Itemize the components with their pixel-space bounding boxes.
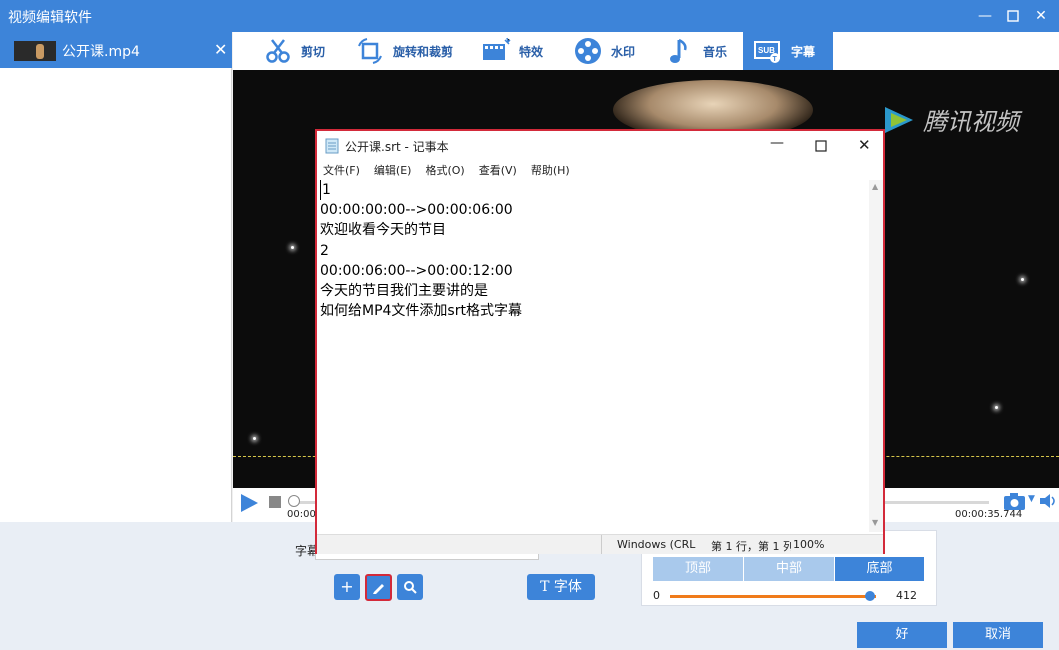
watermark-text: 腾讯视频 (923, 108, 1019, 136)
tool-label: 音乐 (703, 44, 728, 59)
snapshot-camera-icon[interactable] (1003, 491, 1027, 511)
edit-toolbar: 剪切 旋转和裁剪 特效 水印 音乐 SUB T 字幕 (233, 32, 1059, 70)
scroll-up-icon[interactable]: ▲ (872, 182, 878, 191)
cancel-button[interactable]: 取消 (953, 622, 1043, 648)
notepad-minimize-icon[interactable]: — (770, 135, 784, 151)
tool-watermark[interactable]: 水印 (573, 32, 635, 70)
tool-label: 旋转和裁剪 (393, 44, 454, 59)
tool-label: 水印 (611, 44, 636, 59)
position-slider-knob[interactable] (864, 591, 875, 601)
text-line: 1 (320, 180, 868, 201)
text-line: 欢迎收看今天的节目 (320, 222, 446, 239)
notepad-menu-bar: 文件(F) 编辑(E) 格式(O) 查看(V) 帮助(H) (317, 160, 883, 180)
position-middle-button[interactable]: 中部 (744, 557, 834, 581)
notepad-icon (325, 138, 339, 154)
window-title: 视频编辑软件 (8, 10, 92, 26)
star-sparkle (291, 246, 294, 249)
menu-help[interactable]: 帮助(H) (531, 162, 570, 178)
maximize-icon[interactable] (1003, 6, 1023, 26)
text-line: 今天的节目我们主要讲的是 (320, 283, 488, 300)
text-line: 如何给MP4文件添加srt格式字幕 (320, 303, 522, 320)
close-icon[interactable]: ✕ (1031, 6, 1051, 26)
slider-value: 412 (896, 589, 917, 602)
star-sparkle (1021, 278, 1024, 281)
notepad-title-bar: 公开课.srt - 记事本 — ✕ (317, 131, 883, 160)
current-time: 00:00 (287, 509, 316, 520)
svg-text:T: T (773, 56, 778, 63)
tool-label: 特效 (519, 44, 544, 59)
edit-subtitle-button[interactable] (365, 574, 392, 601)
menu-file[interactable]: 文件(F) (323, 162, 360, 178)
tool-subtitle[interactable]: SUB T 字幕 (743, 32, 833, 70)
status-divider (601, 535, 602, 554)
add-subtitle-button[interactable]: + (334, 574, 360, 600)
text-line: 2 (320, 242, 329, 259)
notepad-status-bar: Windows (CRL 第 1 行，第 1 列 100% (317, 534, 883, 554)
tool-label: 字幕 (791, 44, 816, 59)
font-button-label: 字体 (553, 579, 582, 595)
notepad-window[interactable]: 公开课.srt - 记事本 — ✕ 文件(F) 编辑(E) 格式(O) 查看(V… (315, 129, 885, 554)
tool-music[interactable]: 音乐 (665, 32, 727, 70)
title-bar: 视频编辑软件 — ✕ (0, 0, 1059, 32)
tool-effects[interactable]: 特效 (481, 32, 543, 70)
text-line: 00:00:00:00-->00:00:06:00 (320, 202, 513, 219)
notepad-maximize-icon[interactable] (815, 140, 827, 152)
status-encoding: Windows (CRL (617, 538, 696, 551)
slider-min-label: 0 (653, 589, 660, 602)
position-top-button[interactable]: 顶部 (653, 557, 743, 581)
tool-label: 剪切 (301, 44, 326, 59)
crop-rotate-icon (358, 38, 382, 64)
tool-rotate-crop[interactable]: 旋转和裁剪 (355, 32, 453, 70)
film-effect-icon (483, 37, 511, 60)
pencil-icon (372, 584, 384, 594)
text-icon: T (540, 579, 550, 595)
scroll-down-icon[interactable]: ▼ (872, 518, 878, 527)
tencent-video-logo-icon (885, 106, 913, 133)
notepad-close-icon[interactable]: ✕ (858, 136, 871, 154)
plus-icon: + (340, 577, 354, 596)
status-position: 第 1 行，第 1 列 (711, 540, 791, 553)
remove-file-icon[interactable]: ✕ (214, 40, 227, 59)
font-button[interactable]: T 字体 (527, 574, 595, 600)
file-list-panel: 公开课.mp4 ✕ (0, 32, 232, 522)
menu-edit[interactable]: 编辑(E) (374, 162, 412, 178)
menu-view[interactable]: 查看(V) (479, 162, 517, 178)
watermark: 腾讯视频 (881, 102, 1019, 137)
minimize-icon[interactable]: — (975, 6, 995, 26)
volume-icon[interactable] (1039, 493, 1057, 509)
chevron-down-icon[interactable]: ▼ (1028, 494, 1035, 504)
position-slider-track[interactable] (670, 595, 876, 598)
notepad-scrollbar[interactable]: ▲ ▼ (869, 180, 883, 532)
scissors-icon (266, 39, 290, 63)
file-list-item[interactable]: 公开课.mp4 ✕ (0, 32, 232, 68)
text-line: 00:00:06:00-->00:00:12:00 (320, 262, 513, 279)
video-thumbnail (14, 41, 56, 61)
notepad-text-area[interactable]: 1 00:00:00:00-->00:00:06:00 欢迎收看今天的节目 2 … (320, 180, 868, 532)
tool-cut[interactable]: 剪切 (263, 32, 325, 70)
position-bottom-button[interactable]: 底部 (835, 557, 924, 581)
search-icon (404, 581, 417, 594)
music-note-icon (670, 38, 687, 63)
star-sparkle (995, 406, 998, 409)
notepad-title: 公开课.srt - 记事本 (345, 140, 449, 154)
film-reel-icon (575, 38, 601, 64)
subtitle-icon: SUB T (754, 41, 780, 63)
play-icon[interactable] (239, 492, 259, 514)
file-name: 公开课.mp4 (62, 44, 140, 60)
search-subtitle-button[interactable] (397, 574, 423, 600)
star-sparkle (253, 437, 256, 440)
menu-format[interactable]: 格式(O) (425, 162, 464, 178)
status-zoom: 100% (793, 538, 825, 551)
seek-knob[interactable] (288, 495, 300, 507)
stop-icon[interactable] (269, 496, 281, 508)
ok-button[interactable]: 好 (857, 622, 947, 648)
